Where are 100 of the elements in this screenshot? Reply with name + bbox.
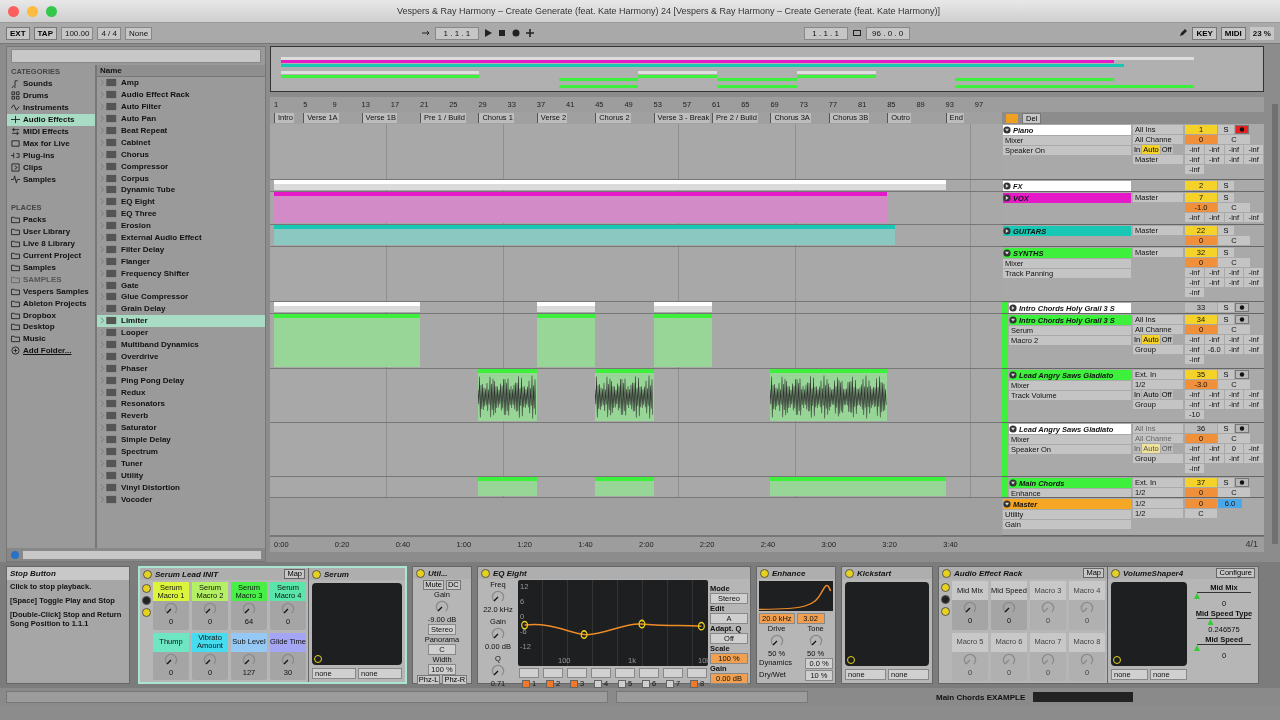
fold-icon[interactable]: [1003, 182, 1011, 190]
device-list-item[interactable]: Phaser: [97, 362, 265, 375]
play-icon[interactable]: [482, 28, 493, 38]
zoom-icon[interactable]: [46, 5, 57, 17]
show-macros-icon[interactable]: [142, 596, 151, 605]
slider-thumb[interactable]: [1207, 619, 1214, 625]
tempo-field[interactable]: 100.00: [60, 26, 94, 40]
show-chains-icon[interactable]: [941, 583, 950, 592]
device-list-item[interactable]: Utility: [97, 469, 265, 482]
device-list-item[interactable]: Simple Delay: [97, 433, 265, 446]
midi-button[interactable]: MIDI: [1220, 26, 1246, 40]
device-list-item[interactable]: Ping Pong Delay: [97, 374, 265, 387]
ext-button[interactable]: EXT: [6, 26, 30, 40]
device-list-item[interactable]: Flanger: [97, 255, 265, 268]
fold-icon[interactable]: [1003, 227, 1011, 235]
device-list-item[interactable]: EQ Eight: [97, 195, 265, 208]
show-devices-icon[interactable]: [142, 608, 151, 617]
device-list-item[interactable]: Auto Pan: [97, 112, 265, 125]
fold-icon[interactable]: [1009, 371, 1017, 379]
device-list-item[interactable]: Gate: [97, 279, 265, 292]
device-list-item[interactable]: Corpus: [97, 172, 265, 184]
filter-type-chooser[interactable]: [591, 668, 611, 678]
category-item[interactable]: Plug-ins: [7, 149, 95, 162]
fold-icon[interactable]: [1009, 479, 1017, 487]
place-item[interactable]: Dropbox: [7, 309, 95, 322]
device-list-item[interactable]: Spectrum: [97, 445, 265, 458]
band-toggle[interactable]: [617, 679, 626, 688]
category-item[interactable]: Drums: [7, 89, 95, 102]
eq-curve[interactable]: [521, 619, 705, 639]
category-item[interactable]: MIDI Effects: [7, 125, 95, 138]
slider-thumb[interactable]: [1194, 645, 1200, 651]
arm-button[interactable]: [1235, 315, 1249, 324]
place-item[interactable]: User Library: [7, 225, 95, 238]
quantization-menu[interactable]: None: [125, 26, 153, 40]
locator-toggle[interactable]: [1006, 113, 1018, 123]
place-item[interactable]: Packs: [7, 214, 95, 226]
fold-icon[interactable]: [1009, 316, 1017, 324]
stop-icon[interactable]: [496, 28, 507, 38]
device-list-item[interactable]: Amp: [97, 77, 265, 89]
category-item[interactable]: Samples: [7, 173, 95, 185]
arm-button[interactable]: [1235, 303, 1249, 312]
power-icon[interactable]: [312, 569, 321, 579]
device-list-item[interactable]: Audio Effect Rack: [97, 88, 265, 101]
power-icon[interactable]: [143, 569, 152, 579]
filter-type-chooser[interactable]: [519, 668, 539, 678]
band-toggle[interactable]: [689, 679, 698, 688]
clip[interactable]: [274, 192, 888, 223]
place-item[interactable]: Music: [7, 332, 95, 345]
device-list-item[interactable]: Erosion: [97, 219, 265, 232]
device-list-item[interactable]: External Audio Effect: [97, 231, 265, 244]
loop-start-field[interactable]: 1 . 1 . 1: [803, 26, 848, 40]
preview-field[interactable]: [23, 550, 261, 559]
place-item[interactable]: Vespers Samples: [7, 285, 95, 298]
device-list-item[interactable]: Auto Filter: [97, 100, 265, 113]
arrangement-overview[interactable]: [270, 46, 1264, 92]
filter-type-chooser[interactable]: [543, 668, 563, 678]
category-item[interactable]: Clips: [7, 161, 95, 174]
band-toggle[interactable]: [569, 679, 578, 688]
device-list-item[interactable]: Redux: [97, 386, 265, 399]
power-icon[interactable]: [942, 568, 951, 578]
slider-thumb[interactable]: [1194, 593, 1200, 599]
power-icon[interactable]: [1111, 568, 1120, 578]
device-list-item[interactable]: Saturator: [97, 421, 265, 434]
device-list-item[interactable]: Vinyl Distortion: [97, 481, 265, 494]
browser-search-field[interactable]: [11, 49, 261, 63]
filter-type-chooser[interactable]: [687, 668, 707, 678]
device-list-item[interactable]: Glue Compressor: [97, 291, 265, 303]
show-chains-icon[interactable]: [142, 584, 151, 593]
power-icon[interactable]: [481, 568, 490, 578]
fold-icon[interactable]: [1003, 126, 1011, 134]
device-list-item[interactable]: Frequency Shifter: [97, 267, 265, 280]
arm-button[interactable]: [1235, 370, 1249, 379]
column-header[interactable]: Name: [97, 65, 265, 77]
add-icon[interactable]: [524, 28, 535, 38]
filter-type-chooser[interactable]: [663, 668, 683, 678]
device-list-item[interactable]: Compressor: [97, 160, 265, 173]
category-item[interactable]: Instruments: [7, 101, 95, 114]
place-item[interactable]: Current Project: [7, 249, 95, 262]
arm-button[interactable]: [1235, 125, 1249, 134]
place-item[interactable]: Ableton Projects: [7, 297, 95, 310]
filter-display[interactable]: [759, 581, 833, 611]
device-list-item[interactable]: Multiband Dynamics: [97, 338, 265, 351]
close-icon[interactable]: [8, 5, 19, 17]
fold-icon[interactable]: [1009, 304, 1017, 312]
device-list-item[interactable]: Looper: [97, 326, 265, 339]
filter-type-chooser[interactable]: [615, 668, 635, 678]
band-toggle[interactable]: [665, 679, 674, 688]
arm-button[interactable]: [1235, 478, 1249, 487]
device-list-item[interactable]: EQ Three: [97, 207, 265, 220]
device-list-item[interactable]: Grain Delay: [97, 302, 265, 315]
record-icon[interactable]: [510, 28, 521, 38]
tap-button[interactable]: TAP: [33, 26, 57, 40]
device-list-item[interactable]: Resonators: [97, 398, 265, 410]
loop-length-field[interactable]: 96 . 0 . 0: [865, 26, 910, 40]
category-item[interactable]: Max for Live: [7, 137, 95, 150]
category-item[interactable]: Audio Effects: [7, 113, 95, 126]
device-list-item[interactable]: Limiter: [97, 314, 265, 327]
follow-icon[interactable]: [420, 28, 431, 38]
scroll-bar[interactable]: [1272, 104, 1278, 544]
clip-overview[interactable]: [1033, 692, 1134, 702]
